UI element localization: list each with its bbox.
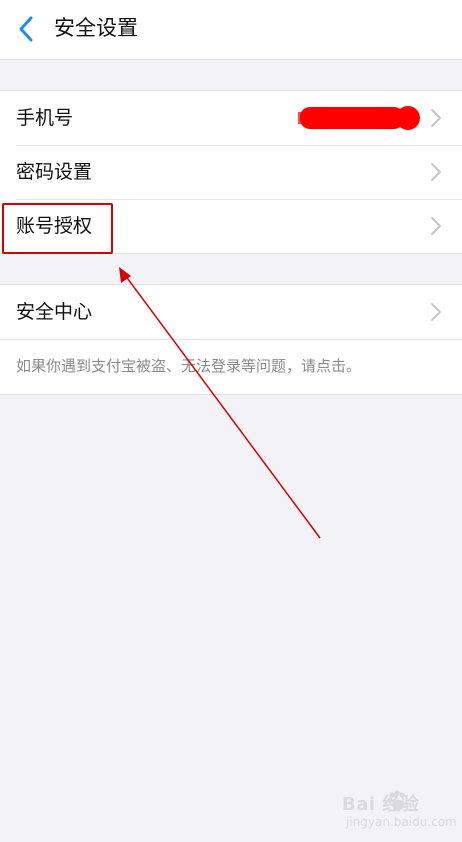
row-label: 安全中心 xyxy=(16,301,93,323)
chevron-right-icon xyxy=(431,303,441,321)
baidu-jingyan-watermark: Bai 经验 jingyan.baidu.com xyxy=(342,790,457,836)
navigation-bar: 安全设置 xyxy=(0,0,462,60)
chevron-right-icon xyxy=(431,109,441,127)
row-label: 密码设置 xyxy=(16,161,93,183)
chevron-right-icon xyxy=(431,163,441,181)
page-title: 安全设置 xyxy=(54,16,138,40)
annotation-highlight-box xyxy=(2,203,113,254)
row-label: 手机号 xyxy=(16,107,74,129)
chevron-right-icon xyxy=(431,217,441,235)
row-phone-number[interactable]: 手机号 xyxy=(0,91,462,145)
row-password-settings[interactable]: 密码设置 xyxy=(0,145,462,199)
note-text: 如果你遇到支付宝被盗、无法登录等问题，请点击。 xyxy=(16,357,362,375)
chevron-left-icon[interactable] xyxy=(12,12,42,46)
watermark-url: jingyan.baidu.com xyxy=(346,815,457,829)
security-center-note[interactable]: 如果你遇到支付宝被盗、无法登录等问题，请点击。 xyxy=(0,339,462,394)
settings-group-security-center: 安全中心 如果你遇到支付宝被盗、无法登录等问题，请点击。 xyxy=(0,284,462,395)
redacted-phone-value xyxy=(298,106,420,130)
baidu-paw-icon xyxy=(387,790,405,811)
row-security-center[interactable]: 安全中心 xyxy=(0,285,462,339)
